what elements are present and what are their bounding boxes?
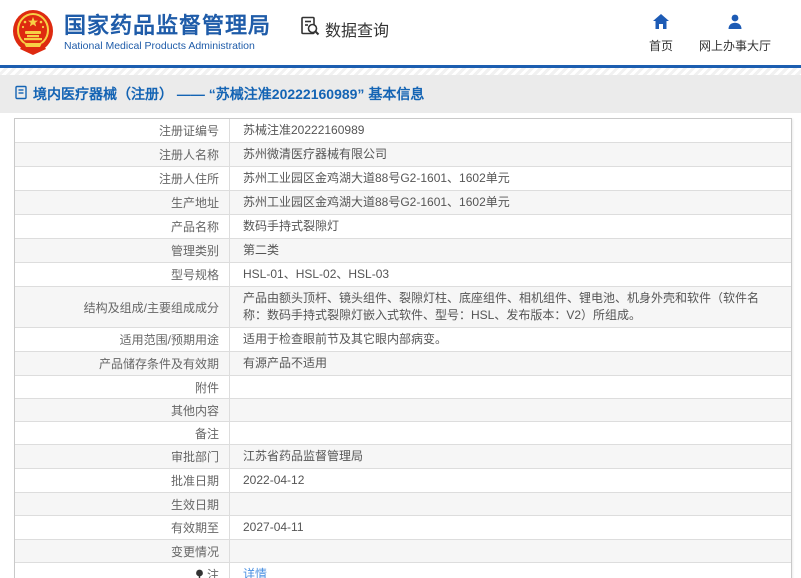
row-label: 注册人住所 <box>15 167 230 190</box>
row-label-text: 生产地址 <box>170 196 219 210</box>
row-value: 江苏省药品监督管理局 <box>243 449 364 463</box>
row-value <box>230 422 791 444</box>
row-value: 苏州工业园区金鸡湖大道88号G2-1601、1602单元 <box>243 171 510 185</box>
row-value <box>230 376 791 398</box>
row-value: 数码手持式裂隙灯 <box>243 219 340 233</box>
row-label-text: 注册人名称 <box>158 148 219 162</box>
row-label: 其他内容 <box>15 399 230 421</box>
row-value: 苏州工业园区金鸡湖大道88号G2-1601、1602单元 <box>243 195 510 209</box>
table-row: 审批部门 江苏省药品监督管理局 <box>15 445 791 469</box>
table-row: 产品名称 数码手持式裂隙灯 <box>15 215 791 239</box>
home-icon <box>652 13 670 37</box>
row-value <box>230 493 791 515</box>
document-icon <box>14 85 33 103</box>
row-label: 管理类别 <box>15 239 230 262</box>
row-label-text: 结构及组成/主要组成成分 <box>83 300 219 315</box>
row-label-text: 注册证编号 <box>158 124 219 138</box>
row-label: 注册证编号 <box>15 119 230 142</box>
table-row: 注册证编号 苏械注准20222160989 <box>15 119 791 143</box>
row-label-text: 审批部门 <box>170 450 219 464</box>
row-value: 苏州微清医疗器械有限公司 <box>243 147 388 161</box>
nav-service-hall-label: 网上办事大厅 <box>698 39 771 53</box>
data-query-icon <box>299 15 325 42</box>
row-label: 产品名称 <box>15 215 230 238</box>
table-row: 备注 <box>15 422 791 445</box>
row-label: 变更情况 <box>15 540 230 562</box>
row-label-text: 附件 <box>194 380 219 395</box>
row-label: 生产地址 <box>15 191 230 214</box>
row-value: 适用于检查眼前节及其它眼内部病变。 <box>243 332 448 346</box>
row-label-text: 注册人住所 <box>158 172 219 186</box>
details-link[interactable]: 详情 <box>230 563 791 578</box>
row-value: 2022-04-12 <box>243 473 305 487</box>
row-label-text: 注 <box>206 568 219 578</box>
row-value <box>230 540 791 562</box>
row-label: 注 <box>15 563 230 578</box>
table-row: 批准日期 2022-04-12 <box>15 469 791 493</box>
row-label-text: 产品储存条件及有效期 <box>98 357 219 371</box>
site-header: 国家药品监督管理局 National Medical Products Admi… <box>0 0 801 68</box>
row-label-text: 型号规格 <box>170 268 219 282</box>
table-row: 注 详情 <box>15 563 791 578</box>
org-name-cn: 国家药品监督管理局 <box>64 12 272 38</box>
data-query-nav[interactable]: 数据查询 <box>299 15 389 42</box>
user-icon <box>726 13 744 37</box>
row-label-text: 变更情况 <box>170 544 219 559</box>
table-row: 注册人住所 苏州工业园区金鸡湖大道88号G2-1601、1602单元 <box>15 167 791 191</box>
row-value: 有源产品不适用 <box>243 356 328 370</box>
table-row: 适用范围/预期用途 适用于检查眼前节及其它眼内部病变。 <box>15 328 791 352</box>
row-label: 备注 <box>15 422 230 444</box>
row-label-text: 有效期至 <box>170 521 219 535</box>
header-nav: 首页 网上办事大厅 <box>649 13 771 54</box>
row-label: 审批部门 <box>15 445 230 468</box>
row-value: HSL-01、HSL-02、HSL-03 <box>243 267 390 281</box>
nav-home[interactable]: 首页 <box>649 13 673 54</box>
row-value: 苏械注准20222160989 <box>243 123 365 137</box>
row-label-text: 备注 <box>194 426 219 441</box>
table-row: 产品储存条件及有效期 有源产品不适用 <box>15 352 791 376</box>
row-label: 注册人名称 <box>15 143 230 166</box>
row-label: 附件 <box>15 376 230 398</box>
breadcrumb: 境内医疗器械（注册） —— “苏械注准20222160989” 基本信息 <box>14 84 424 104</box>
decorative-hatch-strip <box>0 68 801 75</box>
row-label-text: 其他内容 <box>170 403 219 418</box>
row-label-text: 适用范围/预期用途 <box>119 333 219 347</box>
row-label: 生效日期 <box>15 493 230 515</box>
org-title-block: 国家药品监督管理局 National Medical Products Admi… <box>64 13 271 53</box>
row-value: 2027-04-11 <box>243 520 304 534</box>
row-label-text: 管理类别 <box>170 244 219 258</box>
registration-info-table: 注册证编号 苏械注准20222160989 注册人名称 苏州微清医疗器械有限公司 注册人… <box>14 118 792 578</box>
row-value: 产品由额头顶杆、镜头组件、裂隙灯柱、底座组件、相机组件、锂电池、机身外壳和软件（… <box>243 291 760 322</box>
row-label-text: 产品名称 <box>170 220 219 234</box>
pin-icon <box>195 569 204 578</box>
org-name-en: National Medical Products Administration <box>64 39 255 52</box>
row-value <box>230 399 791 421</box>
table-row: 注册人名称 苏州微清医疗器械有限公司 <box>15 143 791 167</box>
table-row: 生效日期 <box>15 493 791 516</box>
table-row: 有效期至 2027-04-11 <box>15 516 791 540</box>
national-emblem-logo <box>12 9 54 57</box>
breadcrumb-strip: 境内医疗器械（注册） —— “苏械注准20222160989” 基本信息 <box>0 75 801 113</box>
row-label: 适用范围/预期用途 <box>15 328 230 351</box>
row-label: 产品储存条件及有效期 <box>15 352 230 375</box>
data-query-label: 数据查询 <box>325 22 390 40</box>
table-row: 变更情况 <box>15 540 791 563</box>
row-label: 型号规格 <box>15 263 230 286</box>
nav-home-label: 首页 <box>648 39 673 53</box>
row-label-text: 生效日期 <box>170 497 219 512</box>
table-row: 其他内容 <box>15 399 791 422</box>
row-value: 第二类 <box>243 243 280 257</box>
row-label: 结构及组成/主要组成成分 <box>15 287 230 327</box>
table-row: 附件 <box>15 376 791 399</box>
table-row: 管理类别 第二类 <box>15 239 791 263</box>
row-label: 有效期至 <box>15 516 230 539</box>
row-label-text: 批准日期 <box>170 474 219 488</box>
table-row: 结构及组成/主要组成成分 产品由额头顶杆、镜头组件、裂隙灯柱、底座组件、相机组件、… <box>15 287 791 328</box>
table-row: 型号规格 HSL-01、HSL-02、HSL-03 <box>15 263 791 287</box>
breadcrumb-text: 境内医疗器械（注册） —— “苏械注准20222160989” 基本信息 <box>33 86 425 102</box>
row-label: 批准日期 <box>15 469 230 492</box>
nav-service-hall[interactable]: 网上办事大厅 <box>699 13 771 54</box>
table-row: 生产地址 苏州工业园区金鸡湖大道88号G2-1601、1602单元 <box>15 191 791 215</box>
